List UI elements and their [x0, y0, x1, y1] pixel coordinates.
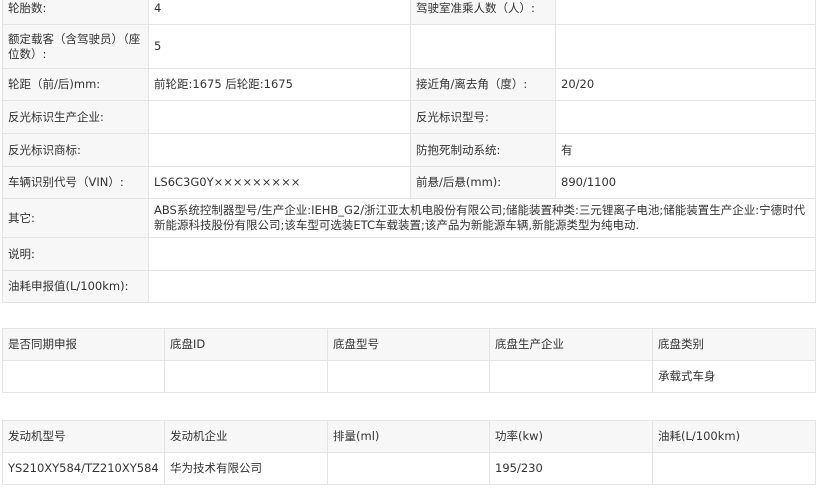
- table-cell: [327, 360, 490, 393]
- table-cell: [489, 360, 653, 393]
- table-header-row: 是否同期申报 底盘ID 底盘型号 底盘生产企业 底盘类别: [2, 328, 816, 361]
- other-label: 其它:: [2, 198, 149, 238]
- cab-capacity-label: 驾驶室准乘人数（人）:: [410, 0, 556, 25]
- fuel-declared-label: 油耗申报值(L/100km):: [2, 270, 149, 303]
- tire-count-value: 4: [148, 0, 411, 25]
- table-row: 车辆识别代号（VIN）: LS6C3G0Y××××××××× 前悬/后悬(mm)…: [2, 166, 816, 199]
- chassis-table: 是否同期申报 底盘ID 底盘型号 底盘生产企业 底盘类别 承载式车身: [2, 328, 816, 393]
- table-row: 说明:: [2, 237, 816, 271]
- table-cell: YS210XY584/TZ210XY584: [2, 452, 165, 485]
- track-width-value: 前轮距:1675 后轮距:1675: [148, 68, 411, 101]
- vin-value: LS6C3G0Y×××××××××: [148, 166, 411, 199]
- table-cell: [164, 360, 328, 393]
- abs-value: 有: [555, 133, 816, 167]
- engine-table: 发动机型号 发动机企业 排量(ml) 功率(kw) 油耗(L/100km) YS…: [2, 420, 816, 485]
- reflector-brand-value: [148, 133, 411, 167]
- rated-passengers-value: 5: [148, 24, 411, 69]
- table-cell: 华为技术有限公司: [164, 452, 328, 485]
- tire-count-label: 轮胎数:: [2, 0, 149, 25]
- fuel-declared-value: [148, 270, 816, 303]
- column-header: 是否同期申报: [2, 328, 165, 361]
- column-header: 发动机企业: [164, 420, 328, 453]
- approach-departure-angle-value: 20/20: [555, 68, 816, 101]
- table-row: 反光标识生产企业: 反光标识型号:: [2, 100, 816, 134]
- column-header: 底盘ID: [164, 328, 328, 361]
- cab-capacity-value: [555, 0, 816, 25]
- table-row: 额定载客（含驾驶员）（座位数）: 5: [2, 24, 816, 69]
- column-header: 发动机型号: [2, 420, 165, 453]
- overhang-label: 前悬/后悬(mm):: [410, 166, 556, 199]
- other-value: ABS系统控制器型号/生产企业:IEHB_G2/浙江亚太机电股份有限公司;储能装…: [148, 198, 816, 238]
- column-header: 功率(kw): [489, 420, 653, 453]
- table-row: 油耗申报值(L/100km):: [2, 270, 816, 303]
- table-cell: [2, 360, 165, 393]
- table-cell: 承载式车身: [652, 360, 816, 393]
- note-value: [148, 237, 816, 271]
- empty-value: [555, 24, 816, 69]
- column-header: 油耗(L/100km): [652, 420, 816, 453]
- empty-label: [410, 24, 556, 69]
- overhang-value: 890/1100: [555, 166, 816, 199]
- table-row: 承载式车身: [2, 360, 816, 393]
- abs-label: 防抱死制动系统:: [410, 133, 556, 167]
- reflector-model-value: [555, 100, 816, 134]
- table-cell: [327, 452, 490, 485]
- table-row: 其它: ABS系统控制器型号/生产企业:IEHB_G2/浙江亚太机电股份有限公司…: [2, 198, 816, 238]
- table-row: 反光标识商标: 防抱死制动系统: 有: [2, 133, 816, 167]
- reflector-maker-value: [148, 100, 411, 134]
- table-cell: 195/230: [489, 452, 653, 485]
- vin-label: 车辆识别代号（VIN）:: [2, 166, 149, 199]
- table-row: 轮胎数: 4 驾驶室准乘人数（人）:: [2, 0, 816, 25]
- track-width-label: 轮距（前/后)mm:: [2, 68, 149, 101]
- note-label: 说明:: [2, 237, 149, 271]
- column-header: 底盘生产企业: [489, 328, 653, 361]
- reflector-maker-label: 反光标识生产企业:: [2, 100, 149, 134]
- table-row: YS210XY584/TZ210XY584 华为技术有限公司 195/230: [2, 452, 816, 485]
- approach-departure-angle-label: 接近角/离去角（度）:: [410, 68, 556, 101]
- table-cell: [652, 452, 816, 485]
- rated-passengers-label: 额定载客（含驾驶员）（座位数）:: [2, 24, 149, 69]
- table-row: 轮距（前/后)mm: 前轮距:1675 后轮距:1675 接近角/离去角（度）:…: [2, 68, 816, 101]
- column-header: 底盘型号: [327, 328, 490, 361]
- table-header-row: 发动机型号 发动机企业 排量(ml) 功率(kw) 油耗(L/100km): [2, 420, 816, 453]
- reflector-model-label: 反光标识型号:: [410, 100, 556, 134]
- column-header: 排量(ml): [327, 420, 490, 453]
- reflector-brand-label: 反光标识商标:: [2, 133, 149, 167]
- vehicle-spec-table: 轮胎数: 4 驾驶室准乘人数（人）: 额定载客（含驾驶员）（座位数）: 5 轮距…: [2, 0, 816, 303]
- column-header: 底盘类别: [652, 328, 816, 361]
